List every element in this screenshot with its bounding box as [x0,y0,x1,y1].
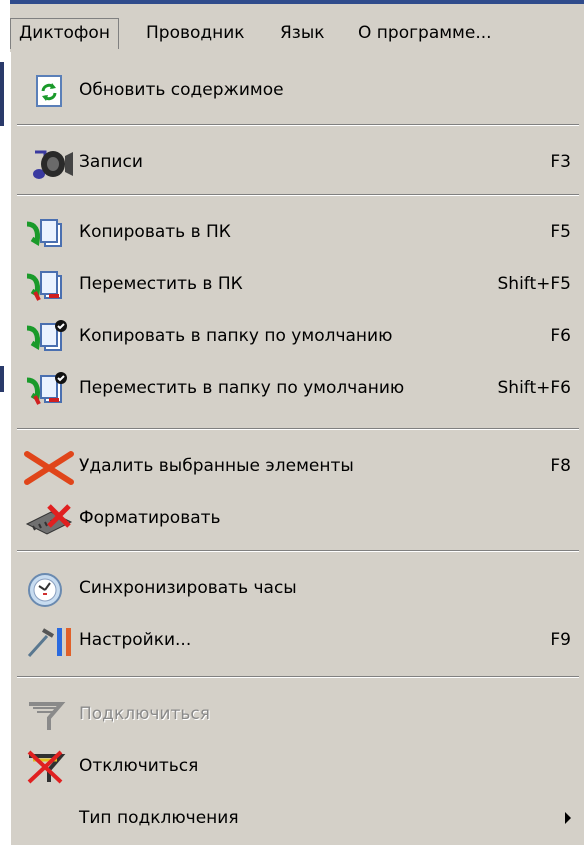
refresh-icon [23,74,77,110]
menu-item-label: Записи [79,152,143,172]
menu-item-copy-to-default-folder[interactable]: Копировать в папку по умолчанию F6 [11,316,584,356]
menu-item-move-to-default-folder[interactable]: Переместить в папку по умолчанию Shift+F… [11,368,584,408]
menu-item-copy-to-pc[interactable]: Копировать в ПК F5 [11,212,584,252]
menu-item-label: Копировать в ПК [79,222,231,242]
menu-explorer[interactable]: Проводник [138,18,253,48]
menu-about[interactable]: О программе... [350,18,500,48]
menu-item-label: Обновить содержимое [79,80,284,100]
menu-item-refresh[interactable]: Обновить содержимое [11,70,584,110]
menu-item-format[interactable]: Форматировать [11,498,584,538]
separator [17,194,579,196]
menu-item-label: Подключиться [79,704,210,724]
move-to-pc-icon [23,268,77,304]
menu-item-records[interactable]: Записи F3 [11,142,584,182]
submenu-arrow-icon [565,812,571,824]
background-window-strip [0,0,10,845]
menu-item-label: Отключиться [79,756,199,776]
menu-item-disconnect[interactable]: Отключиться [11,746,584,786]
menu-item-sync-clock[interactable]: Синхронизировать часы [11,568,584,608]
menu-dictaphone[interactable]: Диктофон [10,18,119,49]
disconnect-plug-icon [23,750,77,786]
menu-item-shortcut: F3 [550,152,571,172]
menu-item-label: Настройки... [79,630,192,650]
clock-icon [23,572,77,608]
menu-item-label: Копировать в папку по умолчанию [79,326,393,346]
menu-item-label: Переместить в ПК [79,274,243,294]
window-top-edge [0,0,584,4]
delete-x-icon [23,450,77,486]
menu-item-shortcut: F9 [550,630,571,650]
dictaphone-dropdown-menu: Обновить содержимое Записи F3 Копировать… [10,52,584,845]
separator [17,428,579,430]
menu-language[interactable]: Язык [272,18,333,48]
menu-item-shortcut: F6 [550,326,571,346]
copy-to-pc-icon [23,216,77,252]
menu-item-shortcut: Shift+F6 [497,378,571,398]
menu-bar: Диктофон Проводник Язык О программе... [10,14,584,52]
menu-item-move-to-pc[interactable]: Переместить в ПК Shift+F5 [11,264,584,304]
menu-item-label: Форматировать [79,508,221,528]
menu-item-label: Переместить в папку по умолчанию [79,378,405,398]
menu-item-shortcut: Shift+F5 [497,274,571,294]
menu-item-connection-type[interactable]: Тип подключения [11,798,584,838]
audio-notes-icon [23,146,77,182]
menu-item-delete-selected[interactable]: Удалить выбранные элементы F8 [11,446,584,486]
menu-item-settings[interactable]: Настройки... F9 [11,620,584,660]
menu-item-label: Удалить выбранные элементы [79,456,354,476]
settings-tools-icon [23,624,77,660]
menu-item-shortcut: F5 [550,222,571,242]
separator [17,124,579,126]
separator [17,550,579,552]
menu-item-shortcut: F8 [550,456,571,476]
separator [17,676,579,678]
connect-plug-icon [23,698,77,734]
format-chip-icon [23,502,77,538]
menu-item-label: Синхронизировать часы [79,578,297,598]
copy-to-default-folder-icon [23,320,77,356]
menu-item-connect: Подключиться [11,694,584,734]
menu-item-label: Тип подключения [79,808,239,828]
move-to-default-folder-icon [23,372,77,408]
